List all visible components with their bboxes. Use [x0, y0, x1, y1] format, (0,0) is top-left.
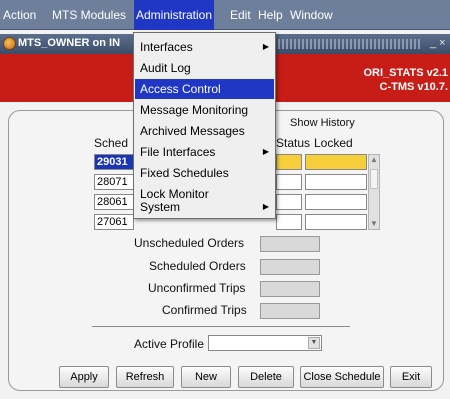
menu-help[interactable]: Help [256, 0, 285, 30]
status-cell[interactable] [276, 174, 302, 190]
menu-item-fixed-schedules[interactable]: Fixed Schedules [135, 163, 274, 183]
status-header: Status [276, 136, 311, 150]
locked-cell[interactable] [305, 194, 367, 210]
submenu-arrow-icon: ▶ [262, 202, 269, 211]
menubar: Action MTS Modules Administration Edit H… [0, 0, 450, 30]
menu-edit[interactable]: Edit [228, 0, 253, 30]
menu-window[interactable]: Window [288, 0, 335, 30]
schedule-header: Sched [94, 136, 129, 150]
unscheduled-orders-field [260, 236, 320, 252]
menu-action[interactable]: Action [1, 0, 38, 30]
schedule-scrollbar[interactable]: ▲ ▼ [368, 154, 380, 230]
scheduled-orders-field [260, 259, 320, 275]
menu-item-label: Archived Messages [140, 124, 245, 138]
scroll-down-icon[interactable]: ▼ [369, 219, 379, 229]
menu-item-label: Access Control [140, 82, 221, 96]
apply-button[interactable]: Apply [59, 366, 109, 388]
unscheduled-orders-label: Unscheduled Orders [134, 236, 245, 250]
show-history-label[interactable]: Show History [290, 117, 355, 129]
menu-item-file-interfaces[interactable]: File Interfaces ▶ [135, 142, 274, 162]
scroll-up-icon[interactable]: ▲ [369, 155, 379, 165]
menu-item-access-control[interactable]: Access Control [135, 79, 274, 99]
titlebar-pattern [262, 39, 422, 49]
schedule-cell[interactable]: 27061 [94, 214, 134, 230]
menu-mts-modules[interactable]: MTS Modules [50, 0, 128, 30]
submenu-arrow-icon: ▶ [262, 42, 269, 51]
menu-item-archived-messages[interactable]: Archived Messages [135, 121, 274, 141]
window-title: MTS_OWNER on IN [18, 37, 121, 49]
window-controls[interactable]: _ × [430, 37, 446, 49]
divider [92, 326, 350, 327]
locked-header: Locked [314, 136, 353, 150]
scroll-thumb[interactable] [370, 169, 378, 189]
close-schedule-button[interactable]: Close Schedule [300, 366, 384, 388]
menu-item-label: System [140, 200, 181, 214]
status-cell[interactable] [276, 214, 302, 230]
refresh-button[interactable]: Refresh [116, 366, 174, 388]
banner-version-line2: C-TMS v10.7. [379, 81, 448, 93]
menu-item-label: Audit Log [140, 61, 191, 75]
banner-version-line1: ORI_STATS v2.1 [363, 67, 448, 79]
menu-item-label: File Interfaces [140, 145, 216, 159]
app-icon [3, 37, 16, 50]
scheduled-orders-label: Scheduled Orders [149, 259, 246, 273]
locked-cell[interactable] [305, 154, 367, 170]
schedule-cell[interactable]: 28071 [94, 174, 134, 190]
status-cell[interactable] [276, 154, 302, 170]
menu-item-interfaces[interactable]: Interfaces ▶ [135, 37, 274, 57]
status-cell[interactable] [276, 194, 302, 210]
menu-item-message-monitoring[interactable]: Message Monitoring [135, 100, 274, 120]
chevron-down-icon[interactable]: ▼ [308, 337, 320, 349]
submenu-arrow-icon: ▶ [262, 147, 269, 156]
schedule-cell[interactable]: 29031 [94, 154, 134, 170]
menu-item-label: Message Monitoring [140, 103, 249, 117]
delete-button[interactable]: Delete [238, 366, 294, 388]
unconfirmed-trips-label: Unconfirmed Trips [148, 281, 246, 295]
locked-cell[interactable] [305, 174, 367, 190]
new-button[interactable]: New [181, 366, 231, 388]
menu-item-system[interactable]: System ▶ [135, 197, 274, 217]
locked-cell[interactable] [305, 214, 367, 230]
administration-menu: Interfaces ▶ Audit Log Access Control Me… [133, 32, 276, 219]
menu-item-label: Fixed Schedules [140, 166, 229, 180]
exit-button[interactable]: Exit [390, 366, 432, 388]
schedule-cell[interactable]: 28061 [94, 194, 134, 210]
confirmed-trips-field [260, 303, 320, 319]
menu-item-audit-log[interactable]: Audit Log [135, 58, 274, 78]
active-profile-select[interactable]: ▼ [208, 335, 322, 351]
menu-item-label: Interfaces [140, 40, 193, 54]
confirmed-trips-label: Confirmed Trips [162, 303, 247, 317]
menu-administration[interactable]: Administration [134, 0, 215, 30]
active-profile-label: Active Profile [134, 337, 205, 351]
unconfirmed-trips-field [260, 281, 320, 297]
